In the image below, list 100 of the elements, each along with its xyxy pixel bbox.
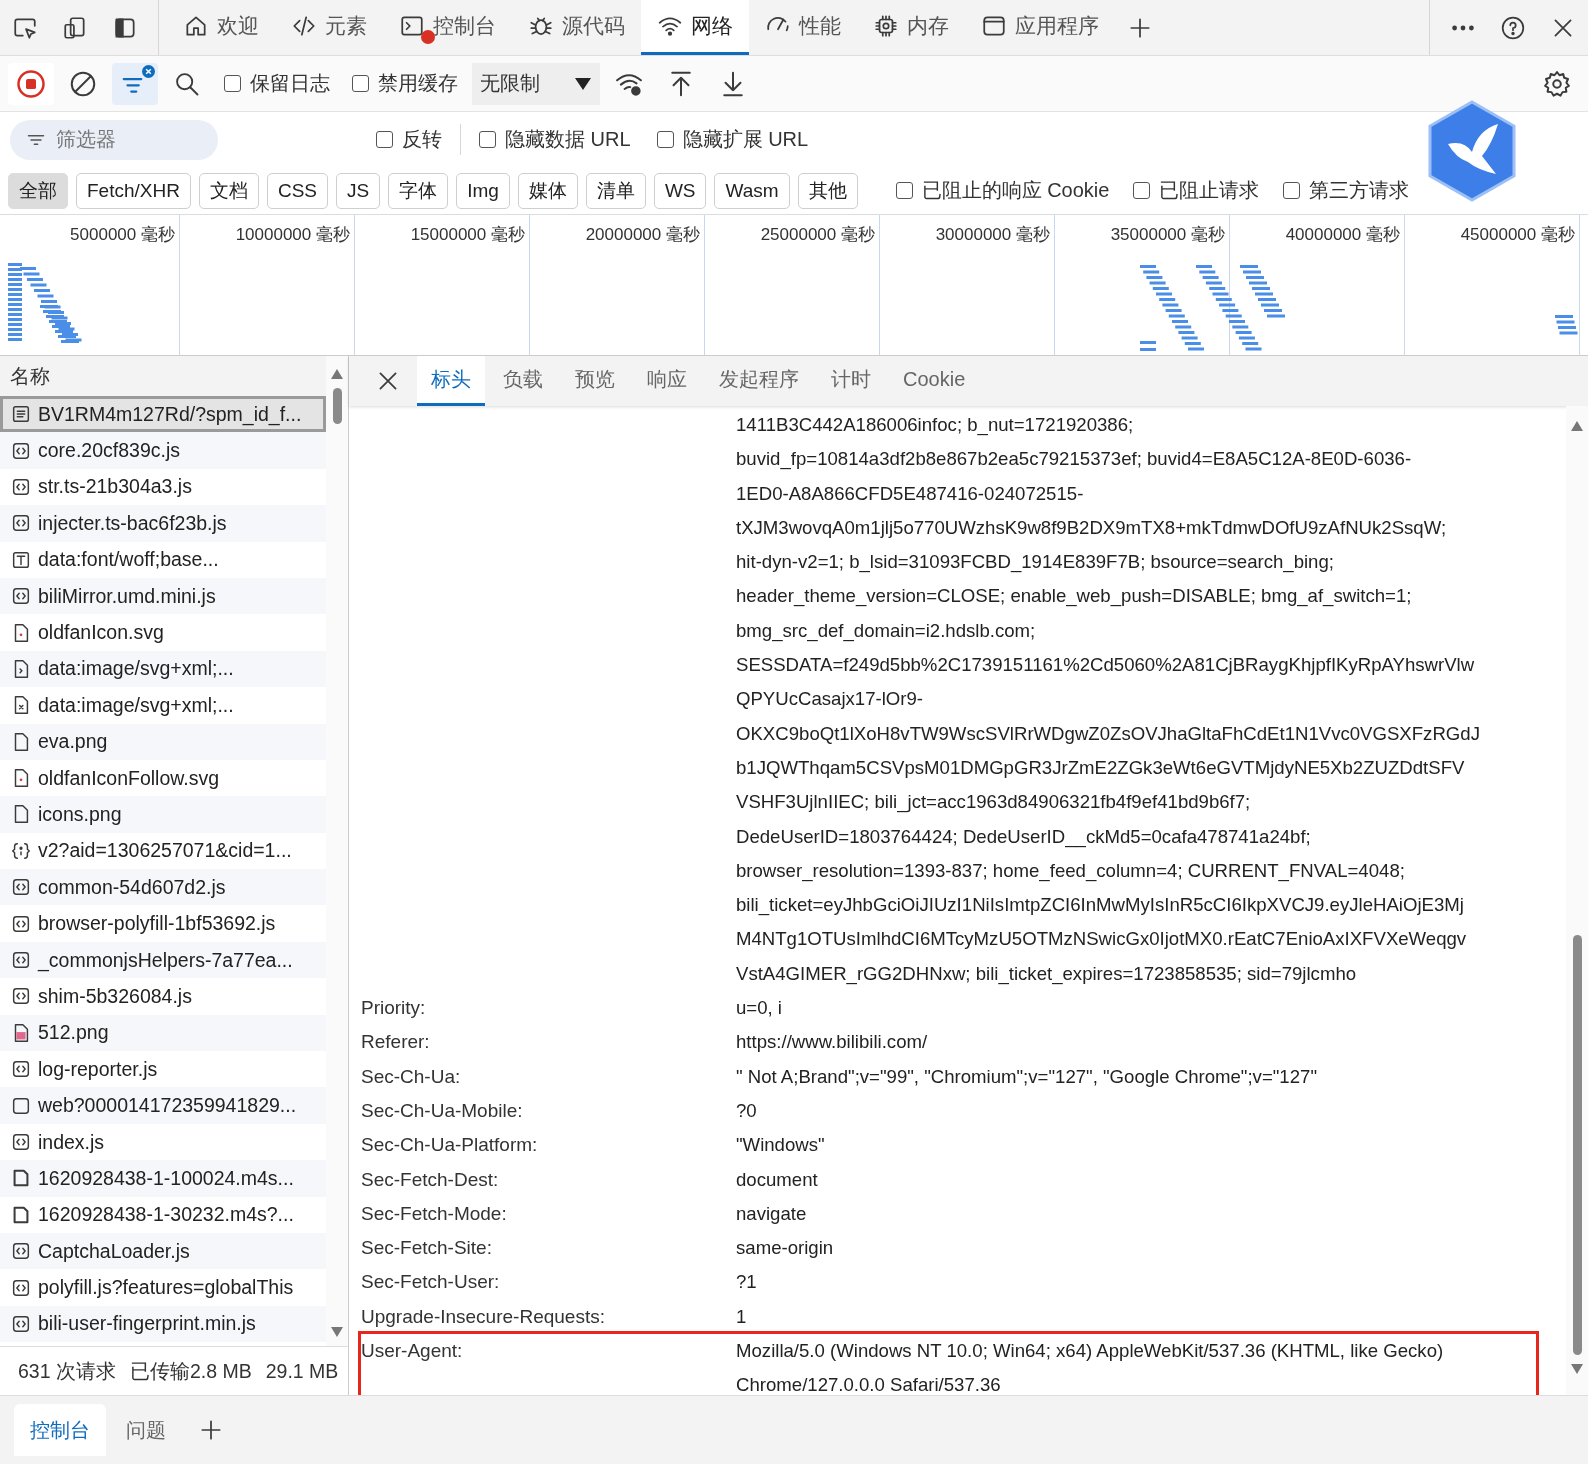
time-tick-label: 35000000 毫秒 — [1110, 224, 1225, 246]
header-value: https://www.bilibili.com/ — [736, 1030, 928, 1055]
request-row[interactable]: injecter.ts-bac6f23b.js — [0, 505, 326, 542]
caret-icon — [574, 76, 592, 91]
filter-input[interactable]: 筛选器 — [10, 119, 218, 160]
header-value: navigate — [736, 1201, 807, 1226]
header-value: 1411B3C442A186006infoc; b_nut=1721920386; — [736, 413, 1135, 438]
type-filter-chip[interactable]: 清单 — [585, 172, 646, 209]
panel-tab[interactable]: 应用程序 — [965, 0, 1115, 55]
request-row[interactable]: BV1RM4m127Rd/?spm_id_f... — [0, 396, 326, 433]
close-badge-icon — [142, 64, 155, 78]
error-badge-icon — [421, 30, 435, 44]
type-filter-chip[interactable]: 字体 — [388, 172, 449, 209]
script-icon — [10, 1131, 32, 1153]
header-value: ?1 — [736, 1270, 757, 1295]
checkbox[interactable]: 隐藏数据 URL — [479, 126, 631, 153]
checkbox[interactable]: 隐藏扩展 URL — [656, 126, 809, 153]
type-filter-chip[interactable]: WS — [653, 172, 707, 209]
request-row[interactable]: core.20cf839c.js — [0, 432, 326, 469]
header-value: Chrome/127.0.0.0 Safari/537.36 — [736, 1373, 1002, 1395]
header-name: Sec-Ch-Ua: — [361, 1064, 462, 1089]
scrollbar-thumb[interactable] — [1572, 935, 1582, 1355]
filter-toggle-button[interactable] — [112, 62, 158, 105]
header-name: Sec-Fetch-Mode: — [361, 1201, 508, 1226]
details-tab[interactable]: 负载 — [489, 356, 557, 406]
request-row[interactable]: eva.png — [0, 723, 326, 760]
type-filter-chip[interactable]: CSS — [266, 172, 328, 209]
throttling-dropdown[interactable]: 无限制 — [472, 62, 600, 105]
type-filter-chip[interactable]: Img — [456, 172, 510, 209]
time-tick-label: 20000000 毫秒 — [585, 224, 700, 246]
time-tick-label: 10000000 毫秒 — [235, 224, 350, 246]
request-row[interactable]: data:image/svg+xml;... — [0, 650, 326, 688]
scrollbar[interactable] — [1566, 406, 1588, 1395]
type-filter-chip[interactable]: 文档 — [198, 172, 259, 209]
header-value: ?0 — [736, 1098, 757, 1123]
help-icon — [1500, 14, 1526, 41]
header-name: Upgrade-Insecure-Requests: — [361, 1304, 606, 1329]
time-tick-label: 30000000 毫秒 — [935, 224, 1050, 246]
request-row[interactable]: bili-user-fingerprint.min.js — [0, 1305, 326, 1343]
checkbox[interactable]: 反转 — [376, 126, 442, 153]
header-value: VSHF3UjlnIIEC; bili_jct=acc1963d84906321fb4f9ef41bd9b6f7; — [736, 790, 1252, 815]
panel-tab[interactable]: 控制台 — [383, 0, 512, 55]
details-tab[interactable]: Cookie — [889, 356, 980, 406]
checkbox[interactable]: 已阻止请求 — [1133, 177, 1260, 204]
type-filter-chip[interactable]: Fetch/XHR — [76, 172, 191, 209]
time-tick-label: 45000000 毫秒 — [1460, 224, 1575, 246]
request-row[interactable]: _commonjsHelpers-7a77ea... — [0, 941, 326, 979]
scroll-up-icon[interactable] — [330, 368, 344, 380]
header-value: bmg_src_def_domain=i2.hdslb.com; — [736, 618, 1037, 644]
details-tab[interactable]: 计时 — [817, 356, 885, 406]
header-name: Priority: — [361, 996, 427, 1021]
header-value: SESSDATA=f249d5bb%2C1739151161%2Cd5060%2A81CjBRaygKhjpfIKyRpAYhswrVlw — [736, 653, 1476, 678]
scrollbar[interactable] — [326, 356, 348, 1346]
panel-tab[interactable]: 元素 — [275, 0, 383, 55]
drawer-tab[interactable]: 控制台 — [14, 1404, 106, 1456]
panel-tab[interactable]: 内存 — [857, 0, 965, 55]
request-row[interactable]: icons.png — [0, 796, 326, 833]
scroll-down-icon[interactable] — [1570, 1363, 1584, 1375]
header-name: Sec-Fetch-Site: — [361, 1236, 493, 1261]
header-value: tXJM3wovqA0m1jlj5o770UWzhsK9w8f9B2DX9mTX8+mkTdmwDOfU9zAfNUk2SsqW; — [736, 515, 1448, 540]
details-tab[interactable]: 发起程序 — [705, 356, 813, 406]
drawer-tab[interactable]: 问题 — [110, 1404, 182, 1456]
chip-icon — [873, 13, 899, 39]
panel-tab[interactable]: 欢迎 — [167, 0, 275, 55]
checkbox[interactable]: 第三方请求 — [1283, 177, 1410, 204]
type-filter-chip[interactable]: 其他 — [797, 172, 858, 209]
checkbox[interactable]: 保留日志 — [224, 70, 330, 97]
record-button[interactable] — [8, 62, 54, 105]
header-value: header_theme_version=CLOSE; enable_web_push=DISABLE; bmg_af_switch=1; — [736, 584, 1413, 609]
settings-icon — [1542, 68, 1572, 99]
checkbox[interactable]: 已阻止的响应 Cookie — [895, 177, 1110, 204]
header-value: bili_ticket=eyJhbGciOiJIUzI1NiIsImtpZCI6InMwMyIsInR5cCI6IkpXVCJ9.eyJleHAiOjE3Mj — [736, 893, 1465, 918]
checkbox[interactable]: 禁用缓存 — [352, 70, 458, 97]
window-icon — [981, 13, 1007, 39]
request-row[interactable]: CaptchaLoader.js — [0, 1233, 326, 1270]
scroll-up-icon[interactable] — [1570, 420, 1584, 432]
header-value: "Windows" — [736, 1133, 825, 1158]
request-row[interactable]: biliMirror.umd.mini.js — [0, 577, 326, 615]
request-row[interactable]: common-54d607d2.js — [0, 869, 326, 906]
time-tick-label: 40000000 毫秒 — [1285, 224, 1400, 246]
panel-tab[interactable]: 性能 — [749, 0, 857, 55]
scrollbar-thumb[interactable] — [332, 388, 342, 424]
type-filter-chip[interactable]: JS — [336, 172, 381, 209]
type-filter-chip[interactable]: 全部 — [8, 172, 68, 209]
panel-tab[interactable]: 网络 — [641, 0, 749, 55]
scroll-down-icon[interactable] — [330, 1326, 344, 1338]
header-value: VstA4GIMER_rGG2DHNxw; bili_ticket_expires=1723858535; sid=79jlcmho — [736, 961, 1358, 987]
header-value: QPYUcCasajx17-lOr9- — [736, 687, 925, 712]
panel-tab[interactable]: 源代码 — [512, 0, 641, 55]
request-row[interactable]: 1620928438-1-100024.m4s... — [0, 1160, 326, 1197]
request-row[interactable]: 512.png — [0, 1014, 326, 1052]
type-filter-chip[interactable]: 媒体 — [517, 172, 578, 209]
details-tab[interactable]: 标头 — [417, 356, 485, 406]
header-value: hit-dyn-v2=1; b_lsid=31093FCBD_1914E839F7B; bsource=search_bing; — [736, 550, 1335, 575]
header-value: 1 — [736, 1304, 747, 1329]
details-tab[interactable]: 响应 — [633, 356, 701, 406]
header-value: browser_resolution=1393-837; home_feed_column=4; CURRENT_FNVAL=4048; — [736, 858, 1406, 884]
type-filter-chip[interactable]: Wasm — [714, 172, 790, 209]
request-row[interactable]: web?000014172359941829... — [0, 1087, 326, 1124]
details-tab[interactable]: 预览 — [561, 356, 629, 406]
